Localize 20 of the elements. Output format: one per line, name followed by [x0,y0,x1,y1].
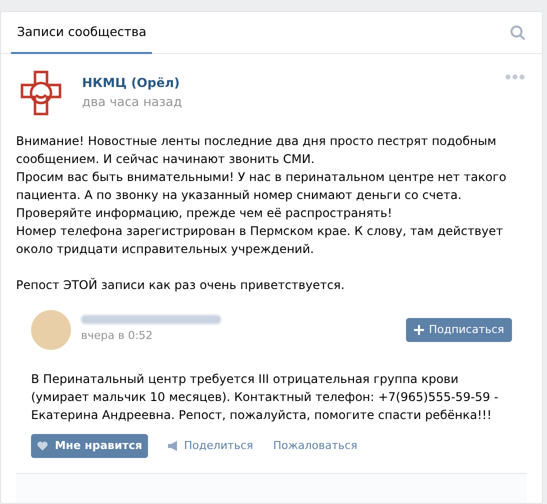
like-button[interactable]: Мне нравится [31,434,148,458]
post-text: Внимание! Новостные ленты последние два дня просто пестрят подобным сообщением. И сейчас начинают звонить СМИ. [16,133,498,168]
report-link[interactable]: Пожаловаться [273,438,358,454]
post-text: Проверяйте информацию, прежде чем её распространять! [16,205,394,222]
more-icon[interactable] [505,74,525,80]
heart-icon [36,441,48,451]
repost-text: В Перинатальный центр требуется III отрицательная группа крови (умирает мальчик 10 месяцев). Контактный телефон: +7(965)555-59-59 - Екатерина Андреевна. Репост, пожалуйста, помогите спасти ребёнка!!! [30,371,500,424]
megaphone-icon [168,441,179,451]
post-text: Репост ЭТОЙ записи как раз очень приветствуется. [16,276,346,294]
post-text: Номер телефона зарегистрирован в Пермском крае. К слову, там действует около тридцати исправительных учреждений. [16,223,504,258]
share-button[interactable]: Поделиться [168,438,254,454]
tab[interactable]: Записи сообщества [11,12,152,54]
subscribe-button[interactable]: Подписаться [406,318,512,342]
repost-time: вчера в 0:52 [81,328,154,344]
post-text: Просим вас быть внимательными! У нас в перинатальном центре нет такого пациента. А по звонку на указанный номер снимают деньги со счета. [16,169,508,204]
plus-icon [414,325,424,335]
avatar [31,310,71,350]
search-icon[interactable] [510,24,526,40]
post-time: два часа назад [82,93,183,111]
author-name[interactable]: НКМЦ (Орёл) [82,74,505,93]
